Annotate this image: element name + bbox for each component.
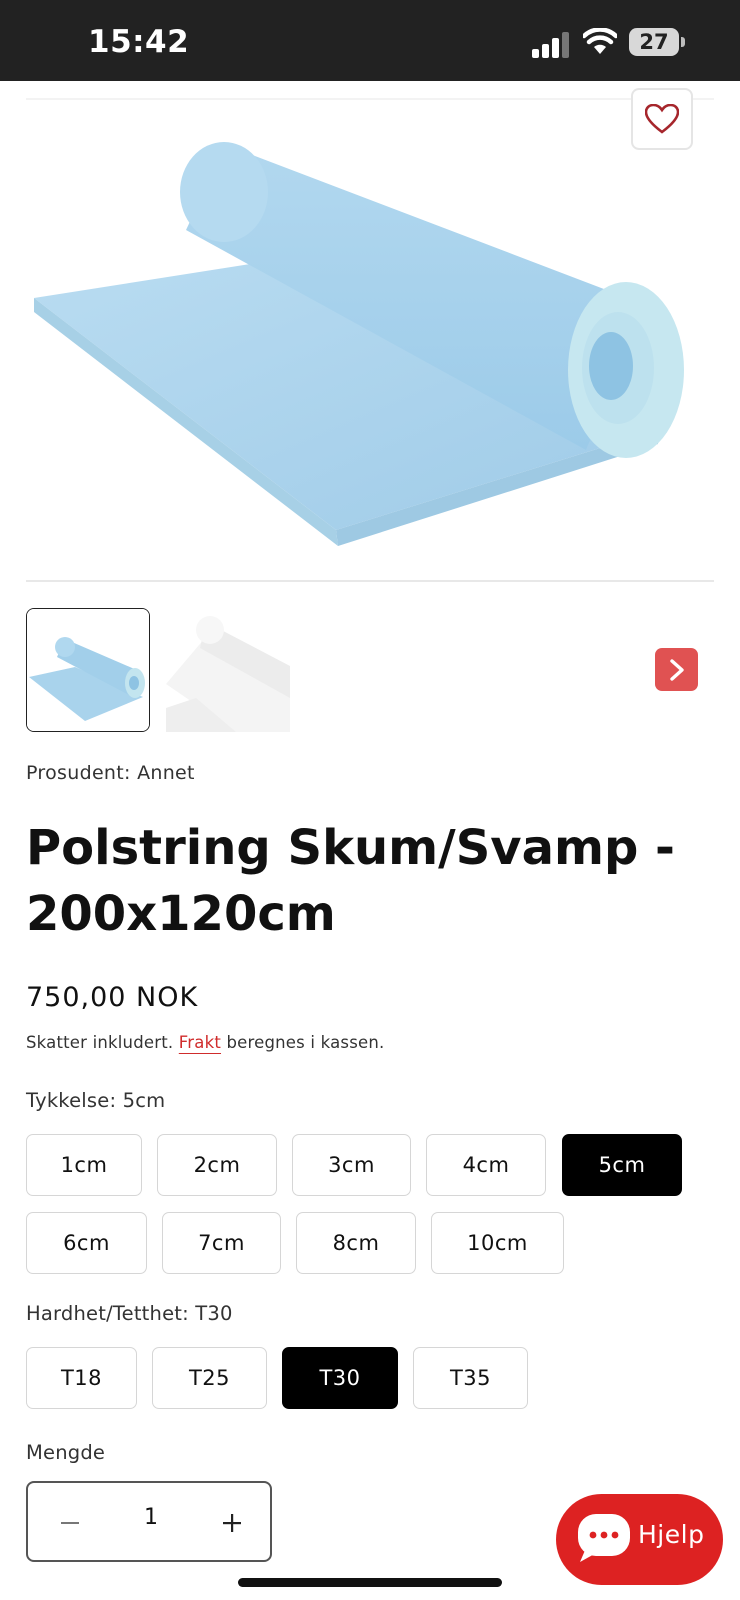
chat-icon [578, 1514, 630, 1562]
thickness-option-5cm[interactable]: 5cm [562, 1134, 682, 1196]
signal-icon [532, 32, 569, 58]
product-price: 750,00 NOK [26, 982, 199, 1013]
thickness-option-7cm[interactable]: 7cm [162, 1212, 281, 1274]
help-chat-button[interactable]: Hjelp [556, 1494, 723, 1585]
product-title: Polstring Skum/Svamp - 200x120cm [26, 820, 675, 942]
wishlist-button[interactable] [631, 88, 693, 150]
product-main-image[interactable] [26, 98, 714, 582]
chevron-right-icon [669, 658, 684, 681]
thickness-option-1cm[interactable]: 1cm [26, 1134, 142, 1196]
tax-prefix: Skatter inkludert. [26, 1033, 174, 1052]
battery-level: 27 [639, 30, 669, 54]
quantity-stepper: 1 [26, 1481, 272, 1562]
thickness-option-2cm[interactable]: 2cm [157, 1134, 277, 1196]
thickness-option-8cm[interactable]: 8cm [296, 1212, 416, 1274]
quantity-decrease-button[interactable] [50, 1503, 90, 1543]
wifi-icon [583, 28, 617, 54]
quantity-increase-button[interactable] [212, 1503, 252, 1543]
tax-suffix: beregnes i kassen. [226, 1033, 385, 1052]
home-indicator [238, 1578, 502, 1587]
help-label: Hjelp [638, 1520, 705, 1549]
thickness-option-4cm[interactable]: 4cm [426, 1134, 546, 1196]
hardness-option-t25[interactable]: T25 [152, 1347, 267, 1409]
quantity-label: Mengde [26, 1441, 106, 1464]
hardness-option-t18[interactable]: T18 [26, 1347, 137, 1409]
minus-icon [61, 1522, 79, 1524]
quantity-input[interactable]: 1 [128, 1505, 174, 1530]
shipping-link[interactable]: Frakt [179, 1033, 221, 1052]
thickness-option-3cm[interactable]: 3cm [292, 1134, 411, 1196]
hardness-label: Hardhet/Tetthet: T30 [26, 1302, 233, 1325]
plus-icon [223, 1514, 241, 1532]
status-bar: 15:42 27 [0, 0, 740, 81]
status-time: 15:42 [88, 24, 190, 60]
hardness-option-t35[interactable]: T35 [413, 1347, 528, 1409]
heart-icon [645, 104, 679, 134]
next-image-button[interactable] [655, 648, 698, 691]
thumbnail-1[interactable] [26, 608, 150, 732]
battery-icon: 27 [629, 28, 685, 56]
hardness-option-t30[interactable]: T30 [282, 1347, 398, 1409]
thickness-label: Tykkelse: 5cm [26, 1089, 166, 1112]
thumbnail-2[interactable] [166, 608, 290, 732]
tax-note: Skatter inkludert. Frakt beregnes i kass… [26, 1033, 384, 1052]
thickness-option-10cm[interactable]: 10cm [431, 1212, 564, 1274]
thickness-option-6cm[interactable]: 6cm [26, 1212, 147, 1274]
vendor-label: Prosudent: Annet [26, 762, 195, 784]
